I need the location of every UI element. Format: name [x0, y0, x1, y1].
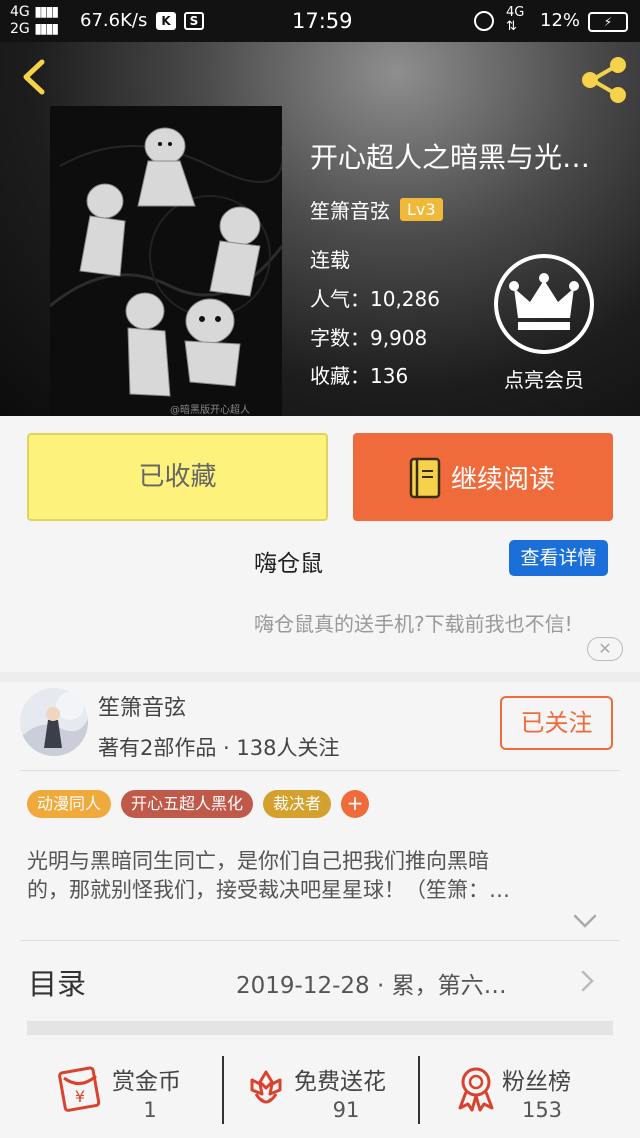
network-type-primary: 4G [10, 4, 30, 20]
network-speed: 67.6K/s [80, 10, 148, 31]
alarm-icon [474, 11, 494, 31]
tag-item[interactable]: 裁决者 [263, 790, 332, 818]
book-cover-image[interactable]: @暗黑版开心超人 [50, 106, 282, 416]
flower-icon [250, 1070, 282, 1104]
battery-charging-icon: ⚡ [588, 12, 628, 32]
book-header: @暗黑版开心超人 开心超人之暗黑与光… 笙箫音弦 Lv3 连载 人气：10,28… [0, 42, 640, 416]
serial-status: 连载 [310, 248, 350, 272]
view-details-button[interactable]: 查看详情 [509, 540, 608, 576]
ad-description[interactable]: 嗨仓鼠真的送手机?下载前我也不信! [254, 608, 573, 637]
add-tag-button[interactable]: + [341, 790, 370, 818]
tag-item[interactable]: 动漫同人 [27, 790, 112, 818]
chevron-right-icon [581, 970, 594, 992]
divider [20, 770, 620, 771]
free-flowers-button[interactable]: 免费送花 91 [224, 1040, 418, 1138]
fan-ranking-count: 153 [521, 1098, 563, 1122]
medal-icon [458, 1067, 494, 1112]
continue-reading-label: 继续阅读 [451, 465, 556, 495]
chevron-down-icon [573, 914, 597, 928]
synopsis-line: 的，那就别怪我们，接受裁决吧星星球！（笙箫：… [27, 878, 510, 902]
followed-button[interactable]: 已关注 [500, 696, 613, 750]
expand-synopsis-button[interactable] [572, 912, 598, 930]
author-card[interactable]: 笙箫音弦 著有2部作品 · 138人关注 已关注 [0, 682, 640, 770]
close-ad-button[interactable]: ✕ [587, 637, 623, 661]
book-title: 开心超人之暗黑与光… [310, 141, 591, 174]
crown-icon [509, 273, 579, 330]
reward-coins-count: 1 [143, 1098, 157, 1122]
mobile-network-label: 4G [506, 5, 525, 20]
avatar[interactable] [20, 688, 88, 756]
red-envelope-icon: ¥ [58, 1066, 101, 1112]
popularity-value: 10,286 [370, 287, 440, 311]
favorites-value: 136 [370, 364, 409, 388]
cover-illustration [50, 106, 282, 416]
close-icon: ✕ [598, 639, 612, 658]
level-badge: Lv3 [400, 197, 443, 221]
mobile-data-icon: 4G ⇅ [506, 5, 525, 34]
status-bar: 4G ▮▮▮▮ 2G ▮▮▮▮ 67.6K/s K S 17:59 4G ⇅ 12… [0, 0, 640, 42]
section-band [27, 1021, 613, 1035]
synopsis[interactable]: 光明与黑暗同生同亡，是你们自己把我们推向黑暗 的，那就别怪我们，接受裁决吧星星球… [27, 847, 613, 905]
ad-title[interactable]: 嗨仓鼠 [254, 544, 323, 578]
author-stats: 著有2部作品 · 138人关注 [98, 736, 340, 760]
book-icon [409, 457, 441, 499]
collected-button[interactable]: 已收藏 [27, 433, 328, 521]
free-flowers-label: 免费送花 [294, 1069, 386, 1095]
latest-chapter: 2019-12-28 · 累，第六… [236, 973, 507, 999]
share-button[interactable] [578, 56, 630, 104]
reward-coins-label: 赏金币 [112, 1069, 181, 1095]
s-app-icon: S [184, 12, 204, 30]
fan-ranking-label: 粉丝榜 [502, 1069, 571, 1095]
network-type-secondary: 2G [10, 21, 30, 37]
synopsis-line: 光明与黑暗同生同亡，是你们自己把我们推向黑暗 [27, 849, 489, 873]
signal-indicator: 4G ▮▮▮▮ 2G ▮▮▮▮ [10, 4, 59, 37]
fan-ranking-button[interactable]: 粉丝榜 153 [420, 1040, 640, 1138]
reward-coins-button[interactable]: ¥ 赏金币 1 [0, 1040, 222, 1138]
battery-percent: 12% [540, 10, 581, 31]
word-count-stat: 字数：9,908 [310, 322, 427, 351]
word-count-value: 9,908 [370, 326, 428, 350]
bottom-stats-bar: ¥ 赏金币 1 免费送花 91 粉丝榜 153 [0, 1040, 640, 1138]
popularity-stat: 人气：10,286 [310, 283, 440, 312]
tag-list: 动漫同人 开心五超人黑化 裁决者 + [27, 790, 370, 818]
section-divider [0, 672, 640, 682]
popularity-label: 人气： [310, 287, 370, 311]
catalog-row[interactable]: 目录 2019-12-28 · 累，第六… [0, 941, 640, 1021]
vip-label[interactable]: 点亮会员 [496, 364, 592, 393]
share-icon [582, 57, 626, 103]
avatar-image [20, 688, 88, 756]
tag-item[interactable]: 开心五超人黑化 [121, 790, 254, 818]
favorites-label: 收藏： [310, 364, 370, 388]
k-app-icon: K [156, 12, 176, 30]
free-flowers-count: 91 [332, 1098, 360, 1122]
author-name[interactable]: 笙箫音弦 [98, 690, 186, 722]
chevron-left-icon [23, 59, 45, 95]
header-author-name[interactable]: 笙箫音弦 [310, 195, 390, 224]
clock: 17:59 [292, 9, 353, 33]
catalog-label: 目录 [28, 967, 87, 1001]
vip-button[interactable] [494, 254, 594, 354]
back-button[interactable] [14, 56, 54, 98]
cover-watermark: @暗黑版开心超人 [170, 405, 250, 416]
header-author-row: 笙箫音弦 Lv3 [310, 194, 443, 224]
continue-reading-button[interactable]: 继续阅读 [353, 433, 613, 521]
svg-text:¥: ¥ [75, 1087, 85, 1106]
favorites-stat: 收藏：136 [310, 360, 408, 389]
word-count-label: 字数： [310, 326, 370, 350]
